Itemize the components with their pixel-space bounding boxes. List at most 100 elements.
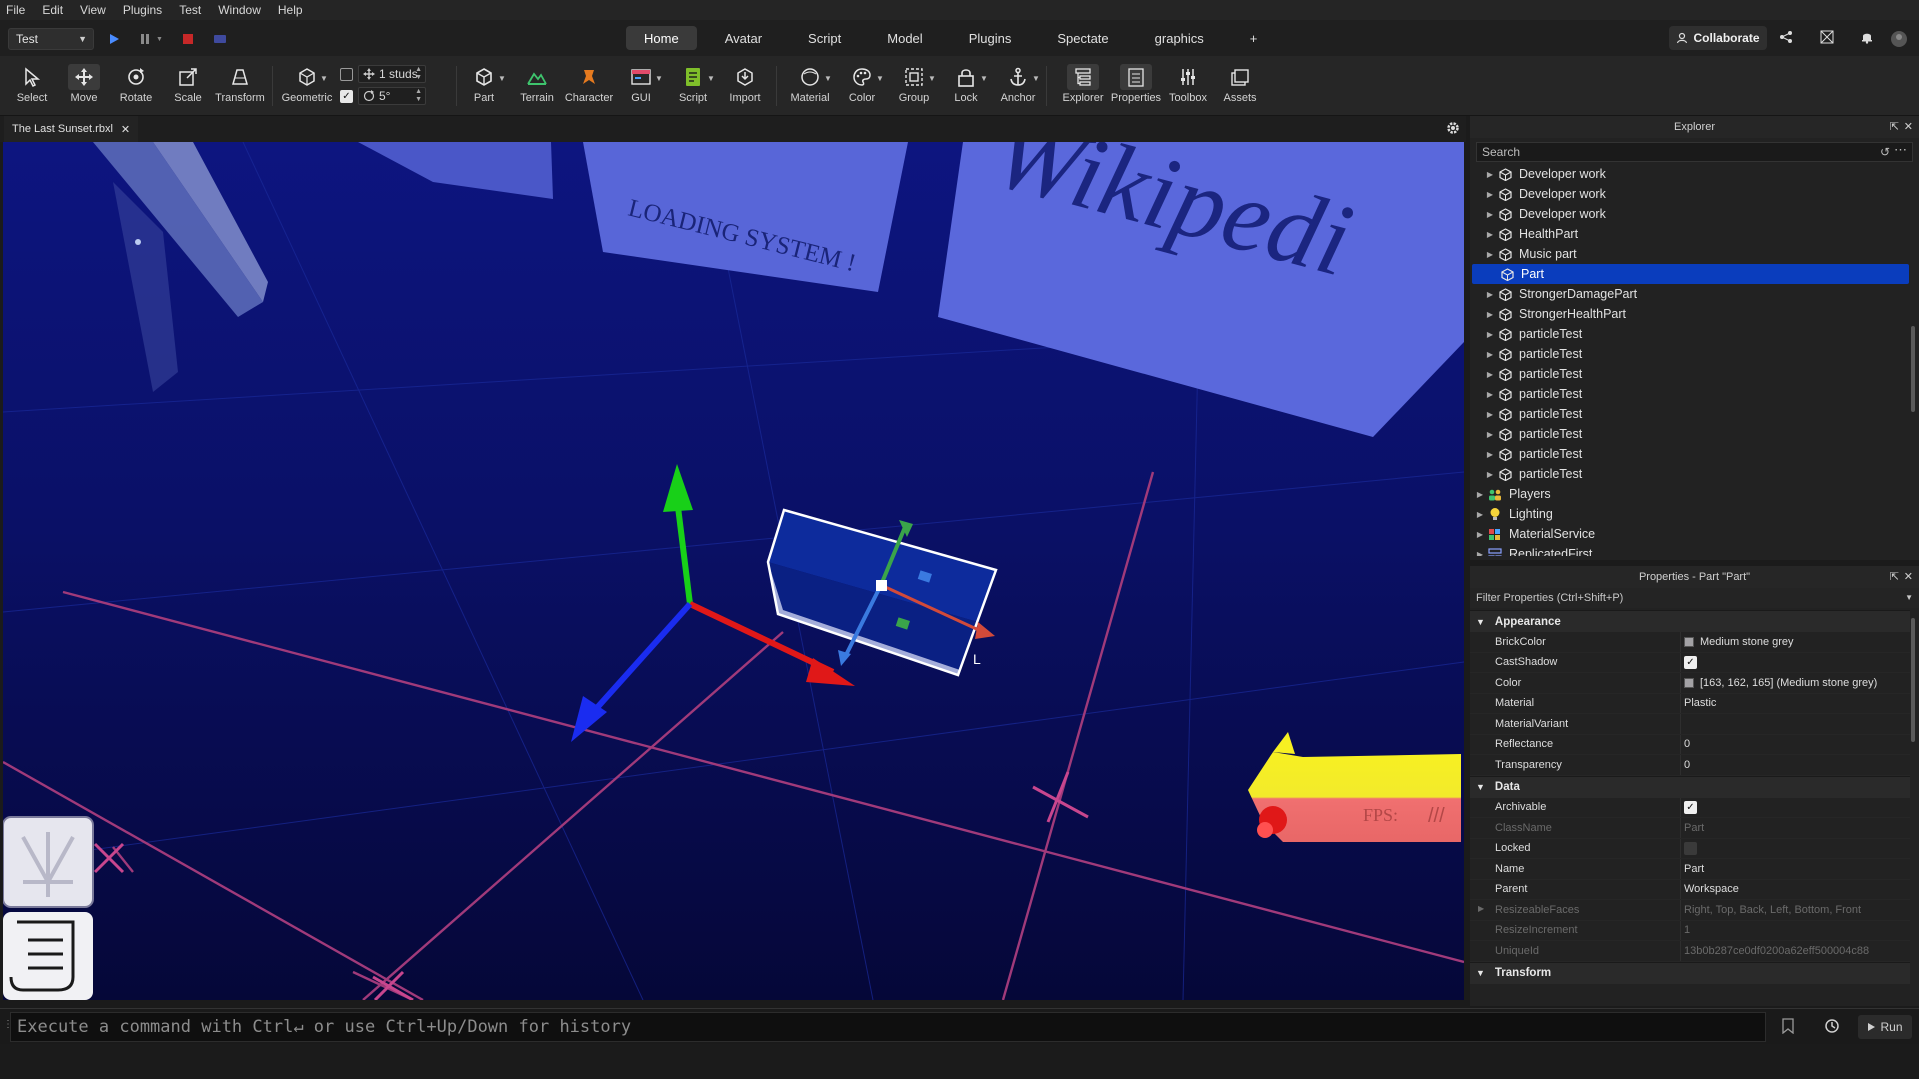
property-checkbox[interactable]: ✓ (1684, 800, 1697, 814)
explorer-scrollbar[interactable] (1911, 326, 1915, 412)
tab-script[interactable]: Script (790, 26, 859, 50)
menu-item-plugins[interactable]: Plugins (123, 3, 162, 17)
property-value[interactable]: Workspace (1680, 879, 1910, 899)
tab-model[interactable]: Model (869, 26, 940, 50)
gui-button[interactable]: GUI (615, 64, 667, 104)
stepper-arrows-icon[interactable]: ▲ ▼ (415, 88, 422, 104)
part-dropdown[interactable]: ▼ (498, 74, 506, 83)
property-section-data[interactable]: ▼ Data (1470, 775, 1910, 798)
snap-move-input[interactable]: 1 studs ▲ ▼ (358, 65, 426, 83)
color-swatch[interactable] (1684, 636, 1694, 647)
property-checkbox[interactable] (1684, 841, 1697, 855)
explorer-tree-item[interactable]: ▶ StrongerDamagePart (1470, 284, 1919, 304)
explorer-tree-item[interactable]: ▶ particleTest (1470, 464, 1919, 484)
expand-arrow-icon[interactable]: ▶ (1474, 550, 1486, 557)
explorer-tree-item[interactable]: ▶ MaterialService (1470, 524, 1919, 544)
property-section-appearance[interactable]: ▼ Appearance (1470, 610, 1910, 632)
explorer-tree-item[interactable]: ▶ particleTest (1470, 364, 1919, 384)
history-icon[interactable] (1824, 1018, 1840, 1037)
expand-arrow-icon[interactable]: ▶ (1484, 230, 1496, 239)
property-value[interactable]: [163, 162, 165] (Medium stone grey) (1680, 673, 1910, 693)
tab-avatar[interactable]: Avatar (707, 26, 780, 50)
script-button[interactable]: Script (667, 64, 719, 104)
script-dropdown[interactable]: ▼ (707, 74, 715, 83)
notifications-bell-icon[interactable] (1858, 30, 1876, 48)
color-swatch[interactable] (1684, 677, 1694, 688)
insert-part-button[interactable]: Part (458, 64, 510, 104)
transform-tool-button[interactable]: Transform (214, 64, 266, 104)
expand-arrow-icon[interactable]: ▶ (1484, 170, 1496, 179)
expand-arrow-icon[interactable]: ▶ (1484, 190, 1496, 199)
expand-arrow-icon[interactable]: ▶ (1474, 490, 1486, 499)
expand-arrow-icon[interactable]: ▶ (1484, 310, 1496, 319)
explorer-tree-item[interactable]: ▶ particleTest (1470, 424, 1919, 444)
tab-graphics[interactable]: graphics (1137, 26, 1222, 50)
add-tab-button[interactable]: + (1232, 26, 1276, 50)
group-button[interactable]: Group (888, 64, 940, 104)
rotate-tool-button[interactable]: Rotate (110, 64, 162, 104)
expand-arrow-icon[interactable]: ▶ (1484, 450, 1496, 459)
lock-button[interactable]: Lock (940, 64, 992, 104)
property-value[interactable]: Part (1680, 859, 1910, 879)
explorer-search-input[interactable]: Search ↺ ⋯ (1476, 142, 1913, 162)
anchor-button[interactable]: Anchor (992, 64, 1044, 104)
explorer-tree-item[interactable]: ▶ Developer work (1470, 164, 1919, 184)
snap-move-checkbox[interactable] (340, 67, 353, 81)
document-tab[interactable]: The Last Sunset.rbxl ✕ (4, 116, 139, 142)
property-section-transform[interactable]: ▼ Transform (1470, 961, 1910, 984)
property-value[interactable]: ✓ (1680, 652, 1910, 672)
anchor-dropdown[interactable]: ▼ (1032, 74, 1040, 83)
collaborate-button[interactable]: Collaborate (1669, 26, 1767, 50)
viewport-settings-gear-icon[interactable] (1445, 120, 1461, 139)
property-value[interactable]: Plastic (1680, 693, 1910, 713)
toolbox-panel-button[interactable]: Toolbox (1162, 64, 1214, 104)
expand-arrow-icon[interactable]: ▶ (1484, 250, 1496, 259)
expand-arrow-icon[interactable]: ▶ (1484, 210, 1496, 219)
tab-plugins[interactable]: Plugins (951, 26, 1030, 50)
geometric-mode-button[interactable]: Geometric (280, 64, 334, 104)
mode-select[interactable]: Test ▼ (8, 28, 94, 50)
property-checkbox[interactable]: ✓ (1684, 655, 1697, 669)
color-button[interactable]: Color (836, 64, 888, 104)
group-dropdown[interactable]: ▼ (928, 74, 936, 83)
explorer-tree-item[interactable]: ▶ particleTest (1470, 444, 1919, 464)
property-value[interactable]: 0 (1680, 734, 1910, 754)
menu-item-file[interactable]: File (6, 3, 25, 17)
character-button[interactable]: Character (563, 64, 615, 104)
expand-arrow-icon[interactable]: ▶ (1478, 904, 1484, 913)
expand-arrow-icon[interactable]: ▶ (1484, 410, 1496, 419)
expand-arrow-icon[interactable]: ▶ (1474, 530, 1486, 539)
close-icon[interactable]: ✕ (121, 123, 130, 136)
expand-arrow-icon[interactable]: ▶ (1484, 350, 1496, 359)
gui-dropdown[interactable]: ▼ (655, 74, 663, 83)
explorer-tree-item[interactable]: ▶ Lighting (1470, 504, 1919, 524)
play-button[interactable] (108, 30, 120, 48)
bookmark-icon[interactable] (1782, 1018, 1794, 1037)
undock-icon[interactable]: ⇱ (1890, 566, 1899, 588)
run-button[interactable]: Run (1858, 1015, 1912, 1039)
expand-arrow-icon[interactable]: ▶ (1484, 370, 1496, 379)
command-input[interactable]: Execute a command with Ctrl↵ or use Ctrl… (10, 1012, 1766, 1042)
explorer-tree-item[interactable]: ▶ particleTest (1470, 344, 1919, 364)
properties-filter-input[interactable]: Filter Properties (Ctrl+Shift+P) ▼ (1470, 588, 1919, 608)
snap-rotate-input[interactable]: 5° ▲ ▼ (358, 87, 426, 105)
explorer-tree-item[interactable]: ▶ particleTest (1470, 404, 1919, 424)
collapse-arrow-icon[interactable]: ▼ (1476, 617, 1485, 627)
move-tool-button[interactable]: Move (58, 64, 110, 104)
scale-tool-button[interactable]: Scale (162, 64, 214, 104)
stepper-arrows-icon[interactable]: ▲ ▼ (415, 66, 422, 82)
property-value[interactable]: ✓ (1680, 797, 1910, 817)
explorer-tree-item[interactable]: ▶ particleTest (1470, 324, 1919, 344)
pause-button[interactable] (139, 30, 151, 48)
client-server-button[interactable] (213, 30, 227, 48)
collapse-arrow-icon[interactable]: ▼ (1476, 782, 1485, 792)
properties-panel-button[interactable]: Properties (1110, 64, 1162, 104)
tab-spectate[interactable]: Spectate (1039, 26, 1126, 50)
collapse-arrow-icon[interactable]: ▼ (1476, 968, 1485, 978)
properties-scrollbar[interactable] (1911, 618, 1915, 742)
explorer-tree-item[interactable]: ▶ StrongerHealthPart (1470, 304, 1919, 324)
explorer-tree-item[interactable]: ▶ Players (1470, 484, 1919, 504)
explorer-tree-item[interactable]: ▶ ReplicatedFirst (1470, 544, 1919, 556)
lock-dropdown[interactable]: ▼ (980, 74, 988, 83)
close-icon[interactable]: ✕ (1904, 116, 1913, 138)
